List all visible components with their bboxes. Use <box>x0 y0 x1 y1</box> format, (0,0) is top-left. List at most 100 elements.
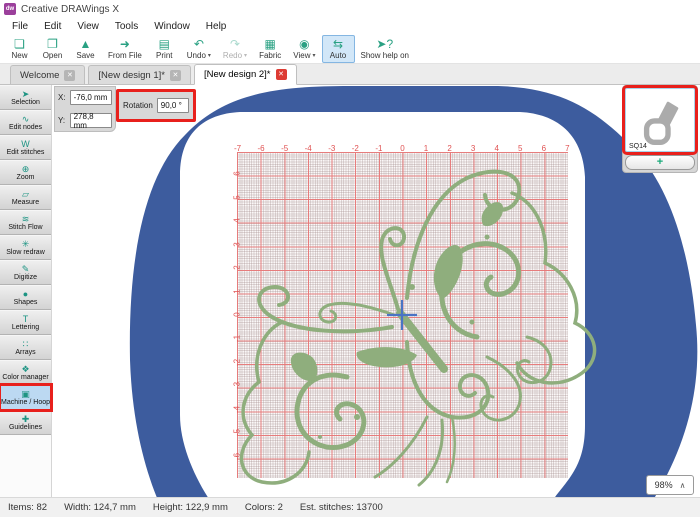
zoom-level-value: 98% <box>655 480 673 490</box>
sidebar-tool-label: Lettering <box>12 324 39 332</box>
grid-axis-label: 4 <box>233 216 242 226</box>
tab-close-icon[interactable]: ✕ <box>64 70 75 81</box>
toolbar-button-icon: ▲ <box>80 38 92 51</box>
toolbar-button-label: Redo <box>223 51 242 61</box>
toolbar-button[interactable]: ↶ Undo▾ <box>181 35 217 63</box>
grid-axis-label: 0 <box>397 144 408 153</box>
toolbar-button-label: Fabric <box>259 51 281 61</box>
sidebar-tool-button[interactable]: ⊕ Zoom <box>0 160 51 185</box>
sidebar-tool-label: Edit nodes <box>9 124 42 132</box>
sidebar-tool-label: Shapes <box>14 299 38 307</box>
add-color-button[interactable]: + <box>625 155 695 170</box>
sidebar-tool-button[interactable]: ∷ Arrays <box>0 335 51 360</box>
sidebar-tool-label: Slow redraw <box>6 249 45 257</box>
grid-axis-label: -3 <box>233 381 242 391</box>
hoop-swatch-annotated[interactable]: SQ14 <box>625 88 695 152</box>
sidebar-tool-label: Arrays <box>15 349 35 357</box>
toolbar-button-label: Print <box>156 51 172 61</box>
toolbar-button-icon: ❏ <box>14 38 25 51</box>
toolbar-button[interactable]: ⇆ Auto▾ <box>322 35 355 63</box>
tab-close-icon[interactable]: ✕ <box>276 69 287 80</box>
design-canvas[interactable]: -7-6-5-4-3-2-101234567 6543210-1-2-3-4-5… <box>52 85 700 497</box>
document-tab[interactable]: [New design 1]* ✕ <box>88 65 191 84</box>
sidebar-tool-button[interactable]: ● Shapes <box>0 285 51 310</box>
chevron-down-icon: ▾ <box>208 51 211 61</box>
grid-axis-label: -1 <box>233 334 242 344</box>
sidebar-tool-icon: T <box>23 314 29 324</box>
sidebar-tool-button[interactable]: ▣ Machine / Hoop <box>0 385 51 410</box>
sidebar-tool-label: Digitize <box>14 274 37 282</box>
sidebar-tool-button[interactable]: ≋ Stitch Flow <box>0 210 51 235</box>
document-tab[interactable]: [New design 2]* ✕ <box>194 64 297 85</box>
grid-axis-top: -7-6-5-4-3-2-101234567 <box>232 144 573 153</box>
toolbar-button[interactable]: ▤ Print▾ <box>148 35 181 63</box>
grid-axis-label: -3 <box>326 144 337 153</box>
menu-item[interactable]: Tools <box>107 21 146 32</box>
toolbar-button-label: Save <box>76 51 94 61</box>
y-label: Y: <box>58 116 67 125</box>
menu-item[interactable]: View <box>69 21 107 32</box>
sidebar-tool-icon: ≋ <box>22 214 30 224</box>
sidebar-tool-button[interactable]: T Lettering <box>0 310 51 335</box>
toolbar-button-icon: ⇆ <box>333 38 343 51</box>
toolbar-button[interactable]: ↷ Redo▾ <box>217 35 253 63</box>
sidebar-tool-button[interactable]: ✚ Guidelines <box>0 410 51 435</box>
toolbar-button[interactable]: ➤? Show help on▾ <box>355 35 415 63</box>
title-bar: dw Creative DRAWings X <box>0 0 700 18</box>
grid-axis-label: 2 <box>233 263 242 273</box>
toolbar-button-label: View <box>293 51 310 61</box>
toolbar-button[interactable]: ▲ Save▾ <box>69 35 102 63</box>
menu-item[interactable]: File <box>4 21 36 32</box>
sidebar-tool-label: Color manager <box>2 374 48 382</box>
sidebar-tool-button[interactable]: ✳ Slow redraw <box>0 235 51 260</box>
sidebar-tool-icon: ∿ <box>22 114 30 124</box>
tool-sidebar: ➤ Selection ∿ Edit nodes W Edit stitches… <box>0 85 52 497</box>
grid-axis-label: 4 <box>491 144 502 153</box>
sidebar-tool-button[interactable]: ▱ Measure <box>0 185 51 210</box>
rotation-label: Rotation <box>123 101 153 110</box>
menu-item[interactable]: Window <box>146 21 198 32</box>
menu-item[interactable]: Edit <box>36 21 69 32</box>
tab-close-icon[interactable]: ✕ <box>170 70 181 81</box>
grid-axis-label: -4 <box>303 144 314 153</box>
sidebar-tool-button[interactable]: W Edit stitches <box>0 135 51 160</box>
sidebar-tool-icon: ✎ <box>22 264 30 274</box>
toolbar: ❏ New▾ ❐ Open▾ ▲ Save▾ ➜ From File▾ ▤ Pr… <box>0 34 700 64</box>
zoom-level-button[interactable]: 98% ∧ <box>646 475 694 495</box>
toolbar-button[interactable]: ➜ From File▾ <box>102 35 148 63</box>
grid-axis-label: 2 <box>444 144 455 153</box>
sidebar-tool-button[interactable]: ➤ Selection <box>0 85 51 110</box>
rotation-input[interactable]: 90,0 ° <box>157 98 189 113</box>
toolbar-button[interactable]: ◉ View▾ <box>287 35 321 63</box>
sidebar-tool-label: Guidelines <box>9 424 42 432</box>
status-bar: Items: 82Width: 124,7 mmHeight: 122,9 mm… <box>0 497 700 517</box>
toolbar-button-icon: ▦ <box>265 38 276 51</box>
tab-label: Welcome <box>20 70 59 81</box>
sidebar-tool-label: Edit stitches <box>7 149 45 157</box>
document-tab[interactable]: Welcome ✕ <box>10 65 85 84</box>
toolbar-button[interactable]: ❐ Open▾ <box>36 35 69 63</box>
grid-axis-label: -6 <box>256 144 267 153</box>
sidebar-tool-icon: W <box>21 139 30 149</box>
menu-bar: FileEditViewToolsWindowHelp <box>0 18 700 34</box>
grid-axis-label: -6 <box>233 451 242 461</box>
toolbar-button[interactable]: ❏ New▾ <box>3 35 36 63</box>
sidebar-tool-button[interactable]: ∿ Edit nodes <box>0 110 51 135</box>
grid-axis-label: -2 <box>233 357 242 367</box>
grid-axis-label: -7 <box>232 144 243 153</box>
tab-label: [New design 1]* <box>98 70 165 81</box>
sidebar-tool-icon: ∷ <box>23 339 29 349</box>
sidebar-tool-icon: ● <box>23 289 28 299</box>
toolbar-button-label: New <box>11 51 27 61</box>
toolbar-button[interactable]: ▦ Fabric▾ <box>253 35 287 63</box>
sidebar-tool-button[interactable]: ❖ Color manager <box>0 360 51 385</box>
y-input[interactable]: 278,8 mm <box>70 113 112 128</box>
position-panel: X: -76,0 mm Y: 278,8 mm <box>54 86 116 132</box>
hoop-code-label: SQ14 <box>629 143 647 150</box>
sidebar-tool-button[interactable]: ✎ Digitize <box>0 260 51 285</box>
grid-axis-label: -1 <box>373 144 384 153</box>
sidebar-tool-icon: ➤ <box>22 89 30 99</box>
x-input[interactable]: -76,0 mm <box>70 90 112 105</box>
menu-item[interactable]: Help <box>198 21 235 32</box>
toolbar-button-label: Open <box>43 51 63 61</box>
